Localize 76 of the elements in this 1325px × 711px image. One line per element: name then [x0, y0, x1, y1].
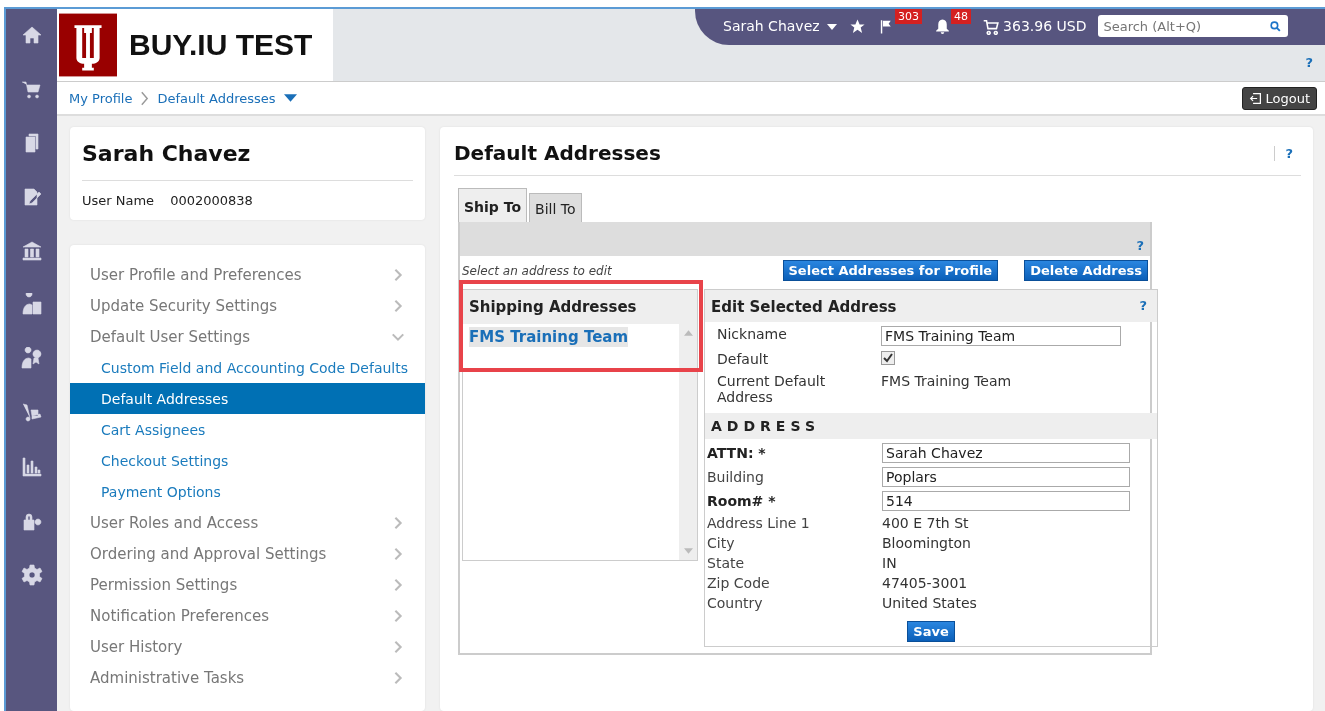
submenu-item[interactable]: Custom Field and Accounting Code Defaults	[70, 352, 425, 383]
bell-icon[interactable]	[934, 17, 952, 35]
menu-item[interactable]: Ordering and Approval Settings	[70, 538, 425, 569]
user-menu[interactable]: Sarah Chavez	[723, 18, 838, 34]
logout-button[interactable]: Logout	[1242, 86, 1317, 110]
cart-icon[interactable]	[983, 17, 1001, 35]
menu-item[interactable]: Update Security Settings	[70, 290, 425, 321]
help-link[interactable]: ?	[1136, 238, 1144, 253]
field-label: City	[707, 535, 736, 551]
default-checkbox[interactable]	[881, 351, 895, 365]
logout-icon	[1249, 91, 1263, 105]
tab[interactable]: Ship To	[458, 188, 528, 222]
star-icon[interactable]	[849, 17, 867, 35]
save-button[interactable]: Save	[907, 621, 955, 642]
field-label: State	[707, 555, 746, 571]
user-name-value: 0002000838	[170, 193, 253, 208]
caret-icon[interactable]	[827, 24, 838, 30]
chevron-right-icon	[140, 90, 150, 106]
submenu-item[interactable]: Payment Options	[70, 476, 425, 507]
menu-item[interactable]: Permission Settings	[70, 569, 425, 600]
user-name-label: User Name	[82, 193, 155, 208]
help-link[interactable]: ?	[1305, 55, 1313, 70]
list-header: Shipping Addresses	[463, 290, 697, 324]
menu-item[interactable]: User History	[70, 631, 425, 662]
panel-title: Edit Selected Address	[711, 298, 897, 316]
field-label: Current Default Address	[717, 373, 827, 405]
hint-text: Select an address to edit	[462, 263, 613, 278]
site-title: BUY.IU TEST	[129, 28, 313, 62]
field-value: 47405-3001	[882, 575, 969, 591]
help-link[interactable]: ?	[1274, 145, 1293, 161]
field-label: Default	[717, 351, 770, 367]
page-title: Default Addresses	[454, 141, 661, 165]
bank-icon[interactable]	[19, 239, 44, 263]
menu-item[interactable]: Notification Preferences	[70, 600, 425, 631]
nickname-field[interactable]: FMS Training Team	[881, 326, 1121, 346]
field-value: FMS Training Team	[881, 373, 1013, 389]
logo-icon[interactable]	[59, 13, 117, 77]
field-label: Country	[707, 595, 764, 611]
caret-icon[interactable]	[283, 94, 297, 102]
search-icon[interactable]	[1269, 20, 1283, 33]
search-field[interactable]: Search (Alt+Q)	[1098, 15, 1289, 37]
input-field[interactable]: Sarah Chavez	[882, 443, 1130, 463]
field-value: 400 E 7th St	[882, 515, 970, 531]
menu-item[interactable]: Administrative Tasks	[70, 662, 425, 693]
breadcrumb-link[interactable]: Default Addresses	[157, 90, 276, 106]
section-heading: ADDRESS	[705, 413, 1157, 439]
menu-item[interactable]: User Roles and Access	[70, 507, 425, 538]
input-field[interactable]: 514	[882, 491, 1130, 511]
input-field[interactable]: Poplars	[882, 467, 1130, 487]
submenu-item[interactable]: Cart Assignees	[70, 414, 425, 445]
gear-icon[interactable]	[19, 563, 44, 587]
address-list-item[interactable]: FMS Training Team	[469, 327, 629, 347]
menu-item[interactable]: User Profile and Preferences	[70, 259, 425, 290]
field-label: Building	[707, 469, 765, 485]
profile-name: Sarah Chavez	[82, 141, 413, 181]
notification-badge: 48	[951, 9, 972, 24]
field-value: IN	[882, 555, 898, 571]
bar-chart-icon[interactable]	[19, 455, 44, 479]
action-button[interactable]: Delete Address	[1024, 260, 1148, 281]
field-label: ATTN: *	[707, 445, 767, 461]
breadcrumb-link[interactable]: My Profile	[69, 90, 133, 106]
tab[interactable]: Bill To	[529, 193, 582, 222]
action-button[interactable]: Select Addresses for Profile	[782, 260, 999, 281]
submenu-item[interactable]: Checkout Settings	[70, 445, 425, 476]
field-value: United States	[882, 595, 978, 611]
menu-item[interactable]: Default User Settings	[70, 321, 425, 352]
field-label: Zip Code	[707, 575, 771, 591]
field-label: Room# *	[707, 493, 777, 509]
submenu-item[interactable]: Default Addresses	[70, 383, 425, 414]
person-award-icon[interactable]	[19, 347, 44, 371]
field-label: Nickname	[717, 326, 788, 342]
help-link[interactable]: ?	[1139, 298, 1147, 316]
field-value: Bloomington	[882, 535, 972, 551]
cart-total[interactable]: 363.96 USD	[1003, 17, 1087, 34]
field-label: Address Line 1	[707, 515, 811, 531]
notification-badge: 303	[895, 9, 923, 24]
